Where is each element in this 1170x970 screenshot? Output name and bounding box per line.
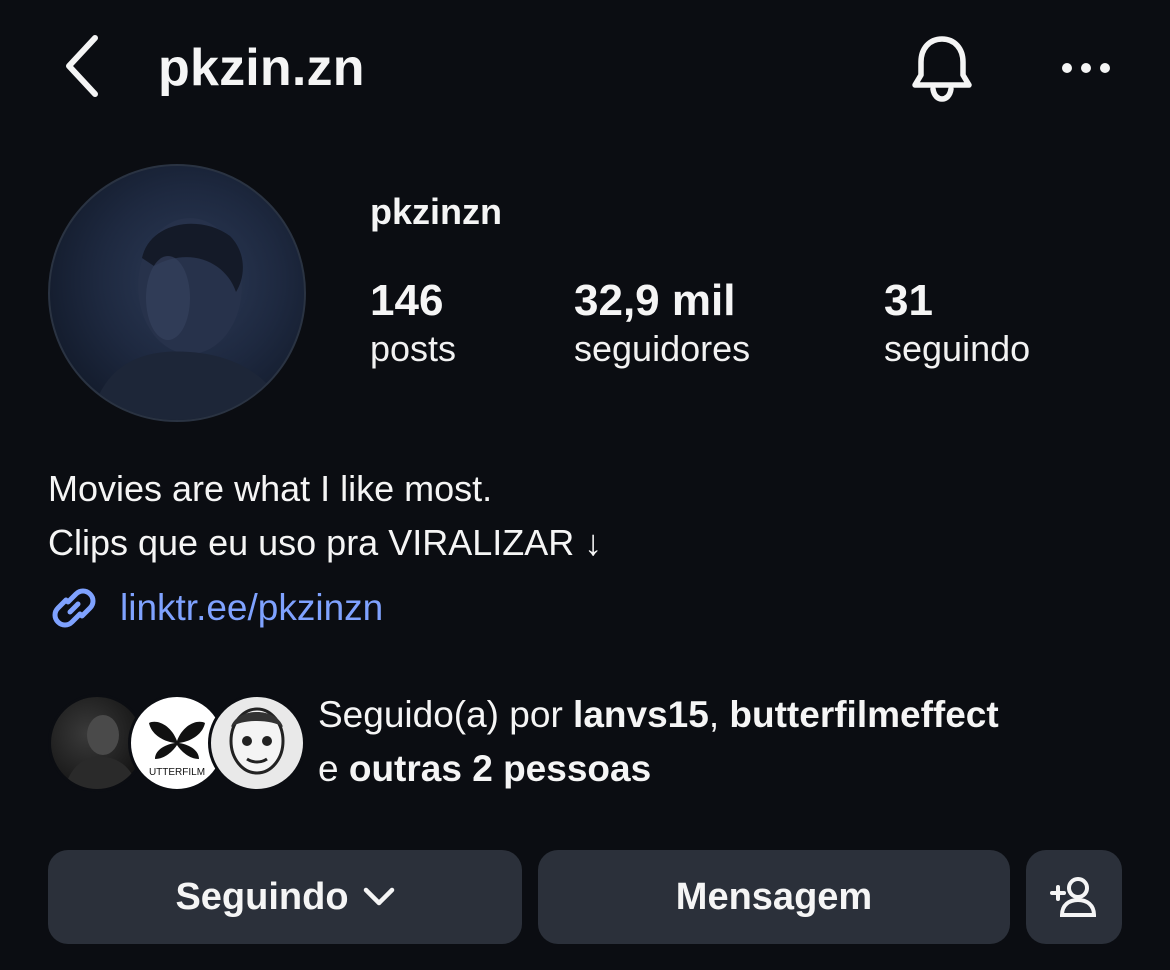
mutual-user-1[interactable]: lanvs15: [573, 694, 709, 735]
followers-count: 32,9 mil: [574, 276, 736, 325]
posts-count: 146: [370, 276, 444, 325]
profile-name: pkzinzn: [370, 191, 502, 232]
bio-line-2: Clips que eu uso pra VIRALIZAR ↓: [48, 522, 603, 563]
link-text: linktr.ee/pkzinzn: [120, 587, 384, 628]
suggest-users-button[interactable]: [1026, 850, 1122, 944]
bio-line-1: Movies are what I like most.: [48, 468, 493, 509]
following-label: seguindo: [884, 328, 1031, 369]
following-count: 31: [884, 276, 933, 325]
more-options-button[interactable]: [1052, 40, 1120, 96]
followed-connector: e: [318, 748, 349, 789]
profile-link[interactable]: linktr.ee/pkzinzn: [48, 582, 383, 634]
mutual-user-2[interactable]: butterfilmeffect: [729, 694, 998, 735]
message-button[interactable]: Mensagem: [538, 850, 1010, 944]
add-user-icon: [1050, 877, 1097, 917]
profile-photo: [90, 218, 289, 420]
posts-label: posts: [370, 328, 457, 369]
following-button[interactable]: Seguindo: [48, 850, 522, 944]
following-button-label: Seguindo: [175, 875, 349, 918]
page-title: pkzin.zn: [158, 39, 365, 97]
link-icon: [52, 588, 96, 628]
mutual-followers-avatars[interactable]: UTTERFILM: [48, 694, 306, 792]
message-button-label: Mensagem: [675, 875, 873, 918]
chevron-down-icon: [363, 887, 394, 906]
mutual-avatar-photo-3: [229, 707, 285, 775]
svg-text:UTTERFILM: UTTERFILM: [149, 767, 205, 778]
ellipsis-icon: [1062, 63, 1110, 73]
followed-separator: ,: [708, 694, 730, 735]
bell-icon: [912, 36, 972, 102]
profile-avatar[interactable]: [48, 164, 306, 422]
posts-stat[interactable]: 146 posts: [370, 276, 456, 372]
bio: Movies are what I like most. Clips que e…: [48, 462, 602, 570]
mutual-others[interactable]: outras 2 pessoas: [349, 748, 651, 789]
followers-stat[interactable]: 32,9 mil seguidores: [574, 276, 750, 372]
notifications-button[interactable]: [904, 30, 980, 106]
following-stat[interactable]: 31 seguindo: [884, 276, 1030, 372]
back-button[interactable]: [48, 28, 118, 104]
followers-label: seguidores: [574, 328, 751, 369]
mutual-avatar-3: [208, 694, 306, 792]
chevron-left-icon: [66, 35, 98, 97]
mutual-followers-text[interactable]: Seguido(a) por lanvs15, butterfilmeffect…: [318, 688, 1138, 796]
followed-prefix: Seguido(a) por: [318, 694, 574, 735]
